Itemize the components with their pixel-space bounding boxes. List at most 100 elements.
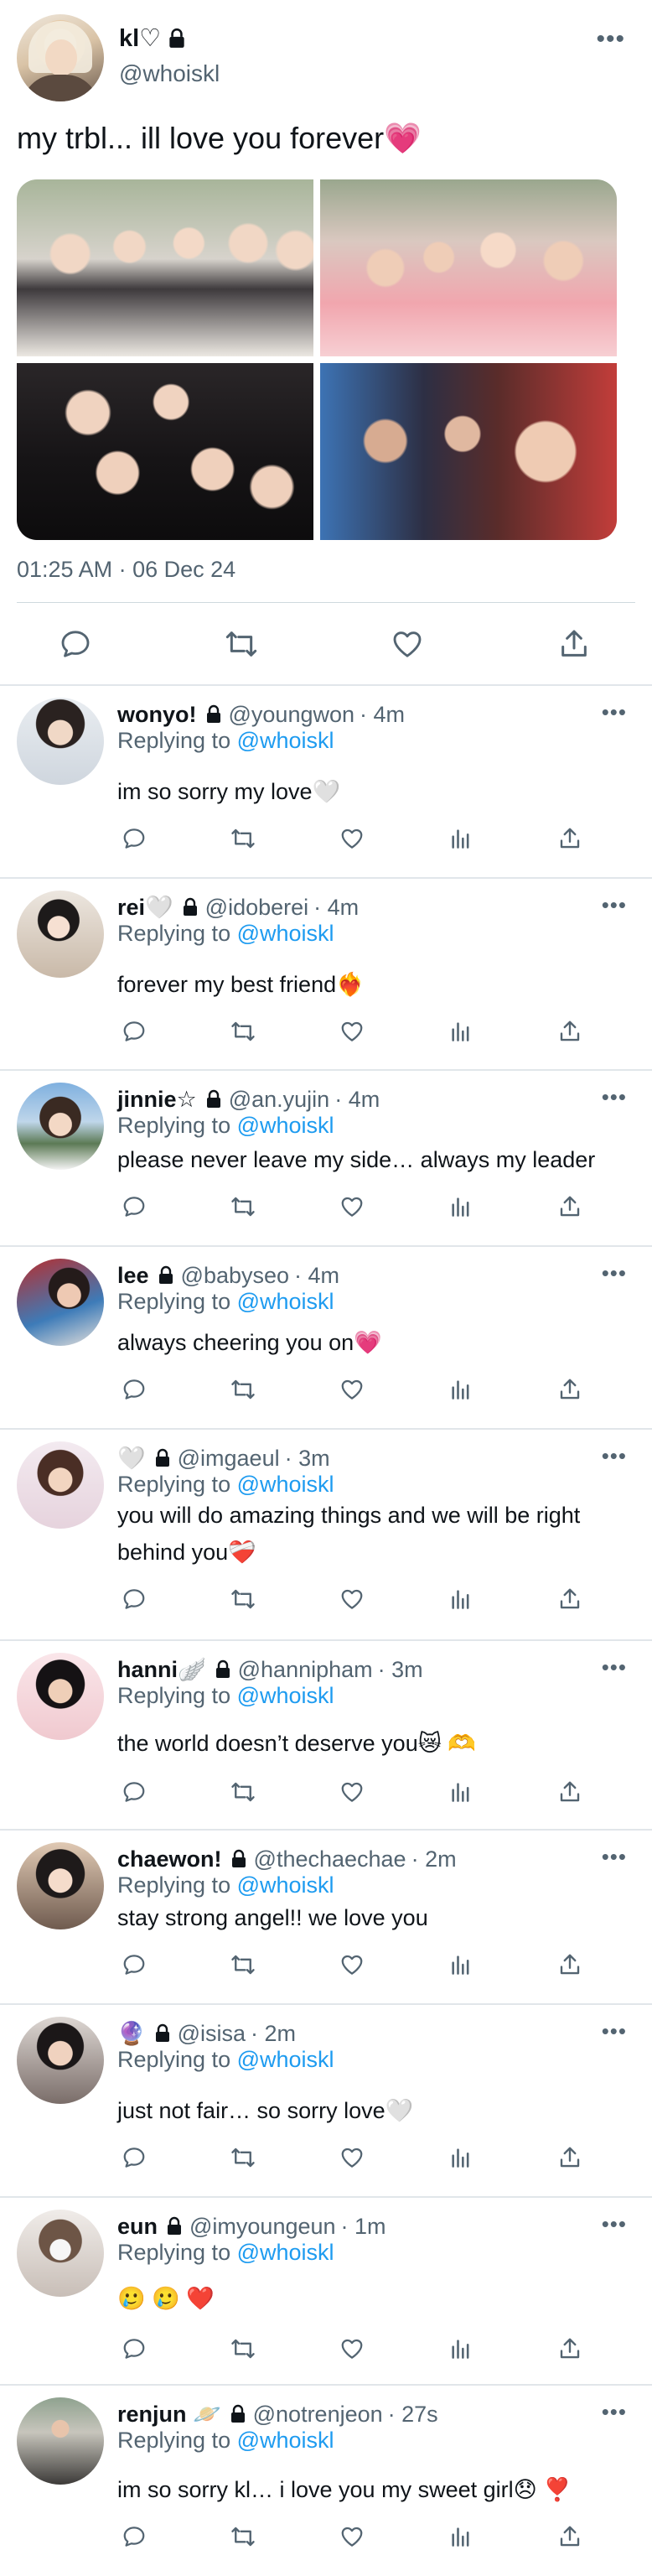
more-icon[interactable]: ••• [596, 25, 625, 54]
reply-item[interactable]: hanni🪽 @hannipham · 3m ••• Replying to @… [0, 1641, 652, 1829]
reply-avatar[interactable] [17, 1083, 104, 1170]
reply-button[interactable] [117, 2332, 151, 2366]
replying-to-link[interactable]: @whoiskl [237, 2047, 334, 2072]
photo-3[interactable] [17, 363, 313, 540]
more-icon[interactable]: ••• [602, 892, 627, 918]
reply-author-handle[interactable]: @notrenjeon [253, 2402, 383, 2428]
reply-button[interactable] [117, 1582, 151, 1616]
like-button[interactable] [335, 822, 369, 855]
reply-item[interactable]: jinnie☆ @an.yujin · 4m ••• Replying to @… [0, 1071, 652, 1245]
reply-avatar[interactable] [17, 2210, 104, 2297]
share-button[interactable] [553, 2520, 587, 2553]
photo-4[interactable] [320, 363, 617, 540]
share-button[interactable] [553, 1948, 587, 1981]
replying-to-link[interactable]: @whoiskl [237, 921, 334, 946]
reply-author-name[interactable]: 🔮 [117, 2020, 146, 2047]
reply-item[interactable]: eun @imyoungeun · 1m ••• Replying to @wh… [0, 2198, 652, 2384]
reply-time[interactable]: · 3m [285, 1446, 330, 1472]
reply-item[interactable]: wonyo! @youngwon · 4m ••• Replying to @w… [0, 686, 652, 877]
reply-item[interactable]: rei🤍 @idoberei · 4m ••• Replying to @who… [0, 879, 652, 1069]
reply-time[interactable]: · 4m [313, 895, 359, 921]
retweet-button[interactable] [216, 621, 266, 667]
replying-to-link[interactable]: @whoiskl [237, 1683, 334, 1708]
views-button[interactable] [444, 2332, 478, 2366]
replying-to-link[interactable]: @whoiskl [237, 1113, 334, 1138]
retweet-button[interactable] [226, 2141, 260, 2174]
retweet-button[interactable] [226, 2332, 260, 2366]
reply-item[interactable]: renjun 🪐 @notrenjeon · 27s ••• Replying … [0, 2386, 652, 2576]
reply-button[interactable] [117, 1373, 151, 1406]
photo-1[interactable] [17, 179, 313, 356]
more-icon[interactable]: ••• [602, 699, 627, 725]
reply-avatar[interactable] [17, 1441, 104, 1529]
reply-author-name[interactable]: wonyo! [117, 702, 197, 728]
reply-author-name[interactable]: chaewon! [117, 1846, 222, 1872]
views-button[interactable] [444, 1775, 478, 1809]
share-button[interactable] [553, 1190, 587, 1223]
views-button[interactable] [444, 1015, 478, 1048]
views-button[interactable] [444, 1582, 478, 1616]
reply-author-name[interactable]: eun [117, 2214, 158, 2240]
reply-item[interactable]: 🔮 @isisa · 2m ••• Replying to @whoiskl j… [0, 2005, 652, 2196]
views-button[interactable] [444, 822, 478, 855]
reply-time[interactable]: · 2m [411, 1846, 457, 1872]
retweet-button[interactable] [226, 1948, 260, 1981]
replying-to-link[interactable]: @whoiskl [237, 1872, 334, 1898]
tweet-timestamp[interactable]: 01:25 AM · 06 Dec 24 [17, 557, 235, 583]
more-icon[interactable]: ••• [602, 1084, 627, 1110]
reply-item[interactable]: lee @babyseo · 4m ••• Replying to @whois… [0, 1247, 652, 1428]
views-button[interactable] [444, 1373, 478, 1406]
like-button[interactable] [382, 621, 432, 667]
views-button[interactable] [444, 2141, 478, 2174]
reply-author-handle[interactable]: @an.yujin [229, 1087, 329, 1113]
share-button[interactable] [549, 621, 599, 667]
like-button[interactable] [335, 2141, 369, 2174]
reply-button[interactable] [50, 621, 101, 667]
retweet-button[interactable] [226, 1582, 260, 1616]
views-button[interactable] [444, 1948, 478, 1981]
replying-to-link[interactable]: @whoiskl [237, 2240, 334, 2265]
like-button[interactable] [335, 1015, 369, 1048]
reply-avatar[interactable] [17, 698, 104, 785]
reply-time[interactable]: · 4m [334, 1087, 380, 1113]
like-button[interactable] [335, 1948, 369, 1981]
reply-author-handle[interactable]: @imyoungeun [189, 2214, 336, 2240]
share-button[interactable] [553, 2332, 587, 2366]
views-button[interactable] [444, 2520, 478, 2553]
author-name-row[interactable]: kl♡ [119, 23, 188, 53]
reply-item[interactable]: 🤍 @imgaeul · 3m ••• Replying to @whoiskl… [0, 1430, 652, 1639]
more-icon[interactable]: ••• [602, 1844, 627, 1870]
reply-avatar[interactable] [17, 1653, 104, 1740]
reply-author-handle[interactable]: @isisa [178, 2021, 246, 2047]
reply-avatar[interactable] [17, 891, 104, 978]
author-avatar[interactable] [17, 14, 104, 101]
reply-button[interactable] [117, 1948, 151, 1981]
replying-to-link[interactable]: @whoiskl [237, 2428, 334, 2453]
reply-author-name[interactable]: renjun 🪐 [117, 2401, 221, 2428]
more-icon[interactable]: ••• [602, 1654, 627, 1680]
replying-to-link[interactable]: @whoiskl [237, 728, 334, 753]
retweet-button[interactable] [226, 1775, 260, 1809]
reply-author-name[interactable]: lee [117, 1263, 149, 1289]
share-button[interactable] [553, 1775, 587, 1809]
reply-button[interactable] [117, 2520, 151, 2553]
more-icon[interactable]: ••• [602, 2211, 627, 2237]
reply-avatar[interactable] [17, 1842, 104, 1929]
more-icon[interactable]: ••• [602, 1443, 627, 1469]
share-button[interactable] [553, 1015, 587, 1048]
reply-author-handle[interactable]: @idoberei [205, 895, 308, 921]
photo-2[interactable] [320, 179, 617, 356]
retweet-button[interactable] [226, 1015, 260, 1048]
author-handle[interactable]: @whoiskl [119, 60, 220, 87]
reply-button[interactable] [117, 822, 151, 855]
share-button[interactable] [553, 1373, 587, 1406]
author-name[interactable]: kl♡ [119, 23, 161, 53]
reply-time[interactable]: · 3m [378, 1657, 423, 1683]
reply-author-handle[interactable]: @hannipham [238, 1657, 373, 1683]
share-button[interactable] [553, 2141, 587, 2174]
reply-avatar[interactable] [17, 2397, 104, 2485]
more-icon[interactable]: ••• [602, 1260, 627, 1286]
like-button[interactable] [335, 1775, 369, 1809]
retweet-button[interactable] [226, 822, 260, 855]
share-button[interactable] [553, 1582, 587, 1616]
